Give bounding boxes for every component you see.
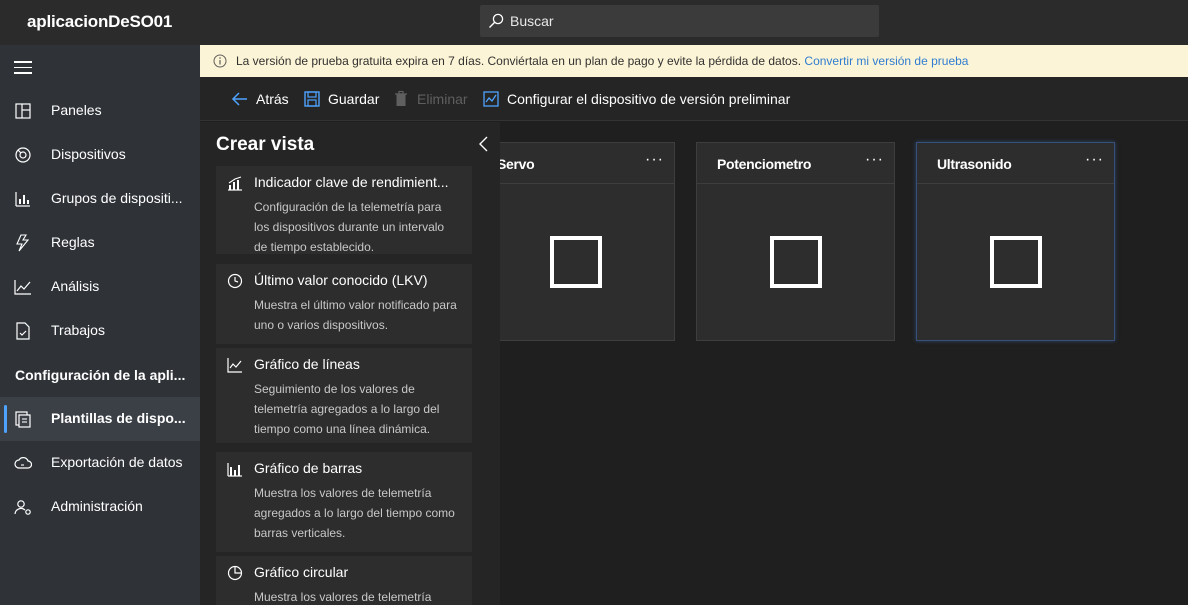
sidebar-item-label: Paneles (51, 102, 102, 118)
sidebar-item-label: Exportación de datos (51, 454, 183, 470)
back-arrow-icon (231, 92, 247, 106)
more-options-icon[interactable]: ··· (645, 151, 664, 169)
command-bar: Atrás Guardar Eliminar Configurar el dis… (200, 77, 1188, 121)
sidebar: Paneles Dispositivos Grupos de dispositi… (0, 45, 200, 605)
card-description: Configuración de la telemetría para los … (254, 200, 445, 254)
tile-title: Servo (497, 156, 535, 172)
create-view-panel: Crear vista Indicador clave de rendimien… (200, 122, 500, 605)
more-options-icon[interactable]: ··· (1085, 151, 1104, 169)
devices-icon (15, 147, 31, 163)
sidebar-item-paneles[interactable]: Paneles (0, 89, 200, 133)
dashboard-icon (15, 103, 31, 119)
tile-potenciometro[interactable]: Potenciometro ··· (696, 142, 895, 341)
card-last-known-value[interactable]: Último valor conocido (LKV) Muestra el ú… (216, 264, 472, 344)
trash-icon (395, 90, 407, 106)
data-export-icon (14, 457, 32, 469)
sidebar-item-reglas[interactable]: Reglas (0, 221, 200, 265)
tile-title: Ultrasonido (937, 156, 1012, 172)
administration-icon (14, 500, 31, 515)
placeholder-square-icon (990, 236, 1042, 288)
card-title: Gráfico de líneas (254, 356, 360, 372)
sidebar-item-exportacion[interactable]: Exportación de datos (0, 441, 200, 485)
placeholder-square-icon (550, 236, 602, 288)
sidebar-item-label: Grupos de dispositi... (51, 190, 183, 206)
analytics-icon (14, 280, 31, 295)
sidebar-item-label: Trabajos (51, 322, 105, 338)
clock-icon (227, 273, 243, 289)
card-kpi[interactable]: Indicador clave de rendimient... Configu… (216, 166, 472, 254)
top-bar: aplicacionDeSO01 (0, 0, 1188, 45)
tile-servo[interactable]: Servo ··· (476, 142, 675, 341)
search-input[interactable] (510, 5, 870, 37)
tile-ultrasonido[interactable]: Ultrasonido ··· (916, 142, 1115, 341)
card-description: Muestra los valores de telemetría (254, 590, 432, 604)
tile-header: Servo ··· (477, 143, 674, 184)
save-button[interactable]: Guardar (303, 89, 379, 109)
pie-chart-icon (227, 565, 243, 581)
save-icon (304, 91, 320, 107)
card-title: Gráfico de barras (254, 460, 363, 476)
placeholder-square-icon (770, 236, 822, 288)
card-line-chart[interactable]: Gráfico de líneas Seguimiento de los val… (216, 348, 472, 443)
info-icon (213, 54, 227, 68)
device-templates-icon (15, 411, 31, 428)
configure-preview-device-button[interactable]: Configurar el dispositivo de versión pre… (482, 89, 790, 109)
more-options-icon[interactable]: ··· (865, 151, 884, 169)
chevron-left-icon[interactable] (477, 135, 491, 153)
sidebar-item-label: Plantillas de dispo... (51, 410, 186, 426)
active-indicator (4, 405, 7, 433)
card-description: Muestra los valores de telemetría agrega… (254, 486, 455, 540)
trial-banner-text: La versión de prueba gratuita expira en … (236, 54, 802, 68)
line-chart-icon (227, 358, 242, 373)
sidebar-item-plantillas[interactable]: Plantillas de dispo... (0, 397, 200, 441)
app-title[interactable]: aplicacionDeSO01 (27, 12, 172, 32)
device-groups-icon (15, 192, 30, 207)
card-bar-chart[interactable]: Gráfico de barras Muestra los valores de… (216, 452, 472, 552)
trial-banner: La versión de prueba gratuita expira en … (200, 45, 1188, 77)
back-button[interactable]: Atrás (231, 89, 289, 109)
card-description: Seguimiento de los valores de telemetría… (254, 382, 440, 436)
card-title: Gráfico circular (254, 564, 349, 580)
panel-title: Crear vista (216, 134, 315, 155)
convert-trial-link[interactable]: Convertir mi versión de prueba (804, 54, 968, 68)
section-app-configuration: Configuración de la apli... (15, 367, 186, 383)
hamburger-menu-button[interactable] (14, 61, 34, 75)
sidebar-item-label: Análisis (51, 278, 100, 294)
sidebar-item-label: Reglas (51, 234, 95, 250)
sidebar-item-grupos[interactable]: Grupos de dispositi... (0, 177, 200, 221)
search-box[interactable] (480, 5, 879, 37)
delete-button[interactable]: Eliminar (392, 89, 468, 109)
card-description: Muestra el último valor notificado para … (254, 298, 457, 332)
sidebar-item-dispositivos[interactable]: Dispositivos (0, 133, 200, 177)
sidebar-item-administracion[interactable]: Administración (0, 485, 200, 529)
jobs-icon (16, 322, 30, 340)
sidebar-item-label: Dispositivos (51, 146, 126, 162)
bar-chart-icon (227, 463, 242, 477)
kpi-icon (228, 176, 242, 191)
card-title: Indicador clave de rendimient... (254, 174, 449, 190)
sidebar-item-label: Administración (51, 498, 143, 514)
sidebar-item-trabajos[interactable]: Trabajos (0, 309, 200, 353)
preview-chart-icon (483, 91, 499, 107)
card-title: Último valor conocido (LKV) (254, 272, 428, 288)
search-icon (489, 13, 504, 28)
tile-header: Potenciometro ··· (697, 143, 894, 184)
tile-title: Potenciometro (717, 156, 812, 172)
sidebar-item-analisis[interactable]: Análisis (0, 265, 200, 309)
tile-header: Ultrasonido ··· (917, 143, 1114, 184)
rules-icon (16, 234, 30, 252)
card-pie-chart[interactable]: Gráfico circular Muestra los valores de … (216, 556, 472, 605)
